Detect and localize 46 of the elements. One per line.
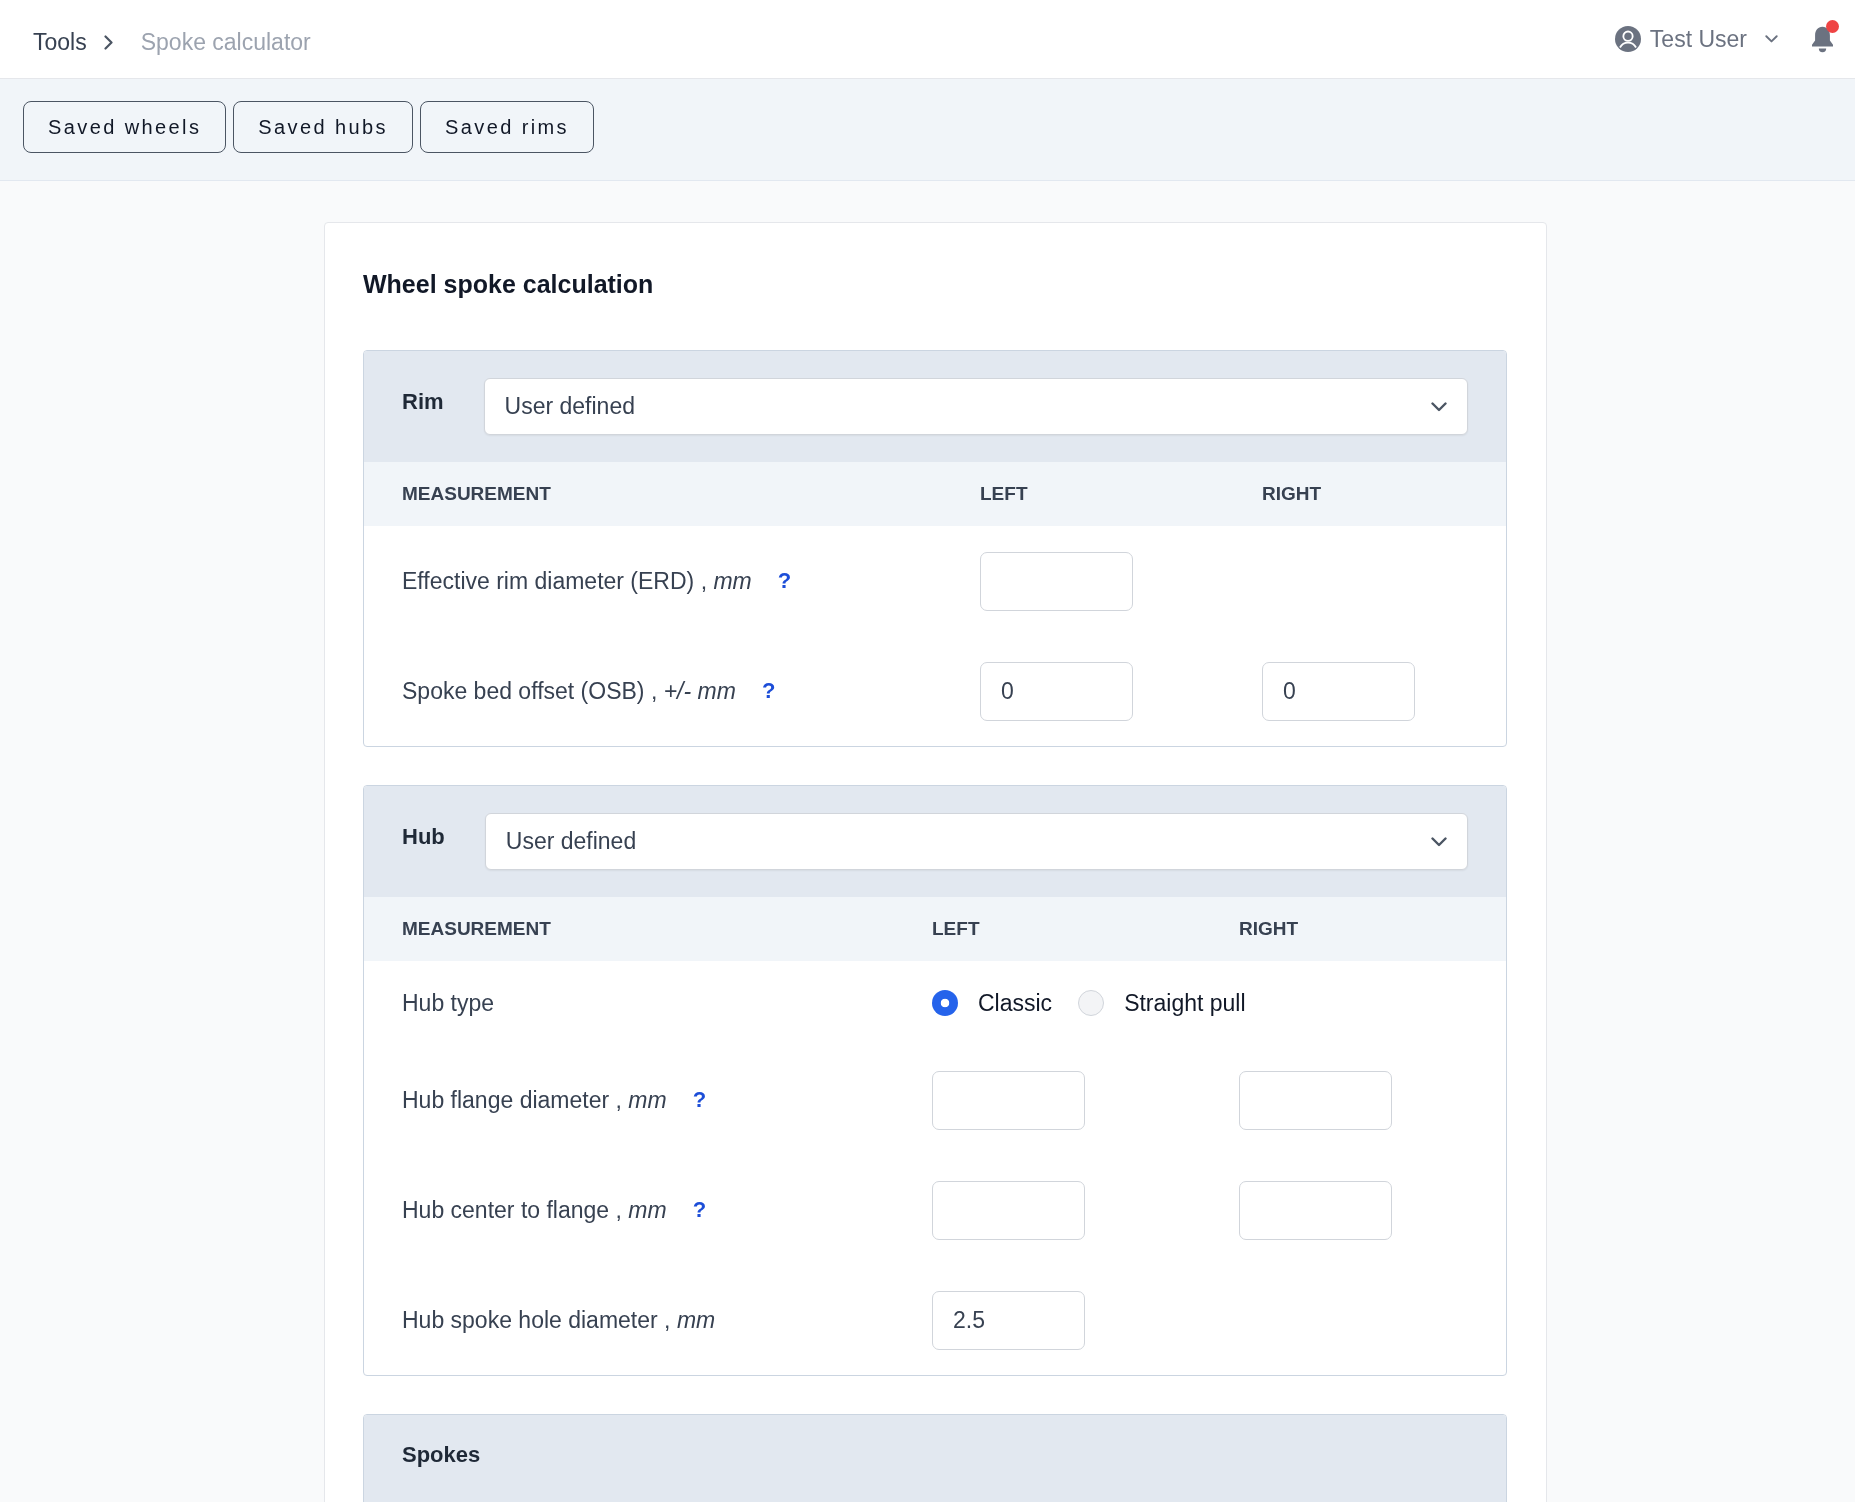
caret-down-icon — [1431, 401, 1447, 412]
measurement-label: Effective rim diameter (ERD) , mm — [402, 567, 752, 595]
radio-button[interactable] — [932, 990, 958, 1016]
radio-label: Straight pull — [1124, 989, 1246, 1017]
measurement-input[interactable] — [932, 1180, 1085, 1240]
breadcrumb-link[interactable]: Tools — [33, 28, 87, 56]
column-header: MEASUREMENT — [402, 483, 552, 505]
measurement-label: Hub type — [402, 989, 495, 1017]
user-menu-button[interactable]: Test User — [1649, 25, 1778, 53]
measurement-label: Hub flange diameter , mm — [402, 1086, 667, 1114]
measurement-input[interactable]: 0 — [1262, 661, 1415, 721]
toolbar-button[interactable]: Saved wheels — [23, 101, 227, 153]
measurement-input[interactable] — [932, 1070, 1085, 1130]
bell-icon[interactable] — [1812, 25, 1833, 53]
column-header: RIGHT — [1239, 918, 1300, 940]
caret-down-icon — [1431, 836, 1447, 847]
user-avatar-icon — [1614, 26, 1641, 52]
section-label: Hub — [402, 825, 445, 849]
measurement-input[interactable] — [980, 551, 1133, 611]
toolbar-button[interactable]: Saved hubs — [233, 101, 413, 153]
section-label: Spokes — [402, 1443, 481, 1467]
radio-button[interactable] — [1078, 990, 1105, 1016]
column-header: RIGHT — [1262, 483, 1323, 505]
chevron-right-icon — [103, 34, 113, 50]
card-title: Wheel spoke calculation — [363, 269, 655, 299]
measurement-label: Hub spoke hole diameter , mm — [402, 1306, 716, 1334]
measurement-label: Spoke bed offset (OSB) , +/- mm — [402, 677, 736, 705]
measurement-input[interactable] — [1239, 1070, 1392, 1130]
help-link[interactable]: ? — [692, 1197, 707, 1223]
radio-label: Classic — [978, 989, 1053, 1017]
column-header: LEFT — [980, 483, 1029, 505]
column-header: MEASUREMENT — [402, 918, 552, 940]
column-header: LEFT — [932, 918, 981, 940]
dropdown-field[interactable]: User defined — [484, 813, 1468, 870]
measurement-input[interactable]: 0 — [980, 661, 1133, 721]
measurement-input[interactable] — [1239, 1180, 1392, 1240]
section-label: Rim — [402, 390, 444, 414]
help-link[interactable]: ? — [761, 678, 776, 704]
measurement-input[interactable]: 2.5 — [932, 1290, 1085, 1350]
breadcrumb-current: Spoke calculator — [140, 28, 311, 56]
dropdown-field[interactable]: User defined — [483, 378, 1468, 435]
caret-down-icon — [1765, 35, 1778, 43]
help-link[interactable]: ? — [692, 1087, 707, 1113]
help-link[interactable]: ? — [777, 568, 792, 594]
measurement-label: Hub center to flange , mm — [402, 1196, 667, 1224]
toolbar-button[interactable]: Saved rims — [419, 101, 594, 153]
